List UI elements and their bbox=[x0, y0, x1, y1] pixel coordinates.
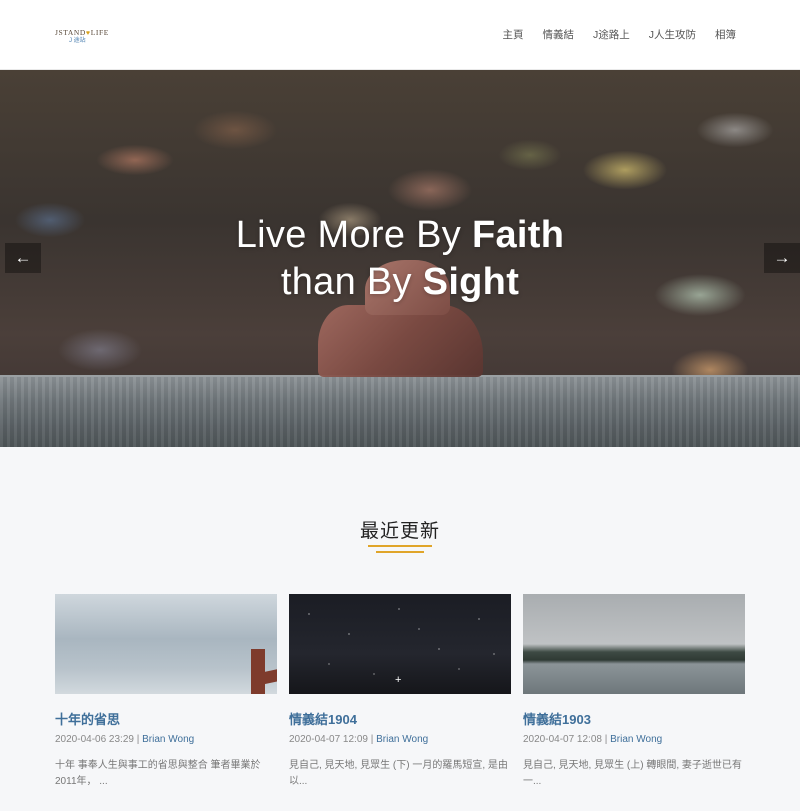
site-logo[interactable]: JSTAND♥LIFE J 途站 bbox=[55, 28, 109, 47]
main-nav: 主頁 情義結 J途路上 J人生攻防 相簿 bbox=[484, 27, 737, 42]
slider-next-arrow-icon[interactable]: → bbox=[764, 243, 800, 273]
post-card: 情義結1903 2020-04-07 12:08 | Brian Wong 見自… bbox=[523, 594, 745, 790]
hero-slider: Live More By Faith than By Sight ← → bbox=[0, 70, 800, 447]
title-underline bbox=[368, 545, 432, 547]
post-author[interactable]: Brian Wong bbox=[142, 734, 194, 745]
hero-background-plank bbox=[0, 375, 800, 447]
post-image[interactable] bbox=[523, 594, 745, 694]
post-meta: 2020-04-07 12:08 | Brian Wong bbox=[523, 734, 663, 745]
post-title[interactable]: 情義結1904 bbox=[289, 709, 511, 728]
nav-item-album[interactable]: 相簿 bbox=[715, 27, 736, 42]
post-title[interactable]: 情義結1903 bbox=[523, 709, 745, 728]
nav-item-qingyijie[interactable]: 情義結 bbox=[543, 27, 575, 42]
hero-rock-stack bbox=[318, 305, 483, 377]
post-card: 十年的省思 2020-04-06 23:29 | Brian Wong 十年 事… bbox=[55, 594, 277, 790]
post-author[interactable]: Brian Wong bbox=[610, 734, 662, 745]
post-date: 2020-04-07 12:09 bbox=[289, 734, 368, 745]
post-title[interactable]: 十年的省思 bbox=[55, 709, 277, 728]
logo-subtitle: J 途站 bbox=[69, 38, 86, 44]
nav-item-home[interactable]: 主頁 bbox=[503, 27, 524, 42]
post-card: 情義結1904 2020-04-07 12:09 | Brian Wong 見自… bbox=[289, 594, 511, 790]
hero-title: Live More By Faith than By Sight bbox=[235, 214, 565, 303]
post-image[interactable] bbox=[55, 594, 277, 694]
post-image[interactable] bbox=[289, 594, 511, 694]
post-excerpt: 十年 事奉人生與事工的省思與整合 筆者畢業於2011年， ... bbox=[55, 760, 261, 787]
post-meta: 2020-04-06 23:29 | Brian Wong bbox=[55, 734, 195, 745]
section-title: 最近更新 bbox=[359, 521, 440, 542]
post-author[interactable]: Brian Wong bbox=[376, 734, 428, 745]
post-excerpt: 見自己, 見天地, 見眾生 (上) 轉眼間, 妻子逝世已有一... bbox=[523, 760, 742, 787]
slider-prev-arrow-icon[interactable]: ← bbox=[5, 243, 41, 273]
post-date: 2020-04-06 23:29 bbox=[55, 734, 134, 745]
title-underline-short bbox=[376, 551, 424, 553]
logo-text: JSTAND♥LIFE bbox=[55, 28, 109, 38]
post-date: 2020-04-07 12:08 bbox=[523, 734, 602, 745]
nav-item-j-life[interactable]: J人生攻防 bbox=[649, 27, 696, 42]
post-excerpt: 見自己, 見天地, 見眾生 (下) 一月的羅馬短宣, 是由以... bbox=[289, 760, 508, 787]
nav-item-j-journey[interactable]: J途路上 bbox=[593, 27, 630, 42]
post-meta: 2020-04-07 12:09 | Brian Wong bbox=[289, 734, 429, 745]
site-header: JSTAND♥LIFE J 途站 主頁 情義結 J途路上 J人生攻防 相簿 bbox=[0, 0, 800, 70]
